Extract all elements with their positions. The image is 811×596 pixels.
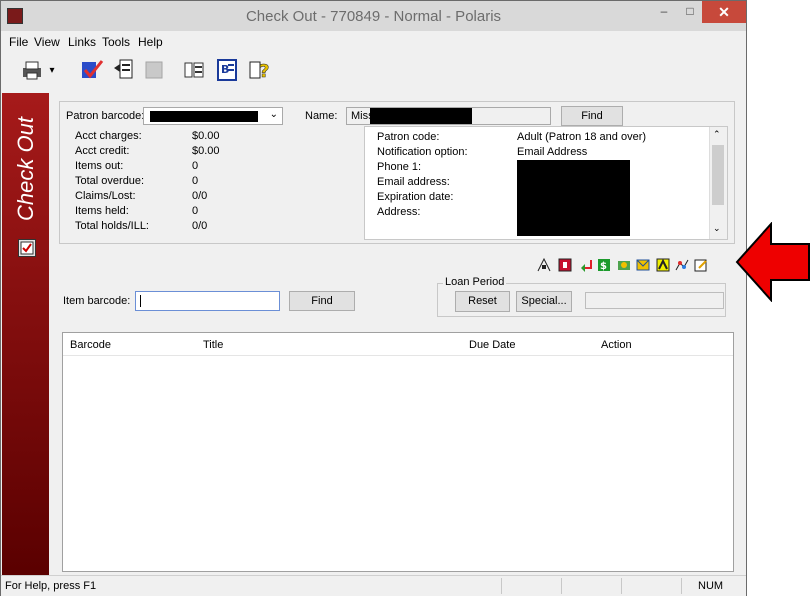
items-held-value: 0	[192, 205, 199, 217]
acct-charges-value: $0.00	[192, 130, 220, 142]
claims-lost-label: Claims/Lost:	[75, 190, 136, 202]
loan-period-group: Loan Period Reset Special...	[437, 276, 726, 317]
total-holds-value: 0/0	[192, 220, 208, 232]
redacted-name	[370, 108, 472, 124]
text-cursor	[140, 295, 141, 307]
return-icon[interactable]	[578, 257, 594, 273]
notification-option-label: Notification option:	[377, 146, 468, 158]
item-list-icon[interactable]	[181, 57, 207, 83]
items-held-label: Items held:	[75, 205, 129, 217]
patron-details: Patron code: Adult (Patron 18 and over) …	[364, 126, 728, 240]
loan-reset-button[interactable]: Reset	[455, 291, 510, 312]
notification-option-value: Email Address	[517, 146, 588, 158]
total-overdue-value: 0	[192, 175, 199, 187]
chevron-down-icon[interactable]: ⌄	[270, 109, 278, 120]
claim-icon[interactable]	[616, 257, 632, 273]
patron-panel: Patron barcode: ⌄ Name: Miss Find Acct c…	[59, 101, 735, 244]
payment-icon[interactable]: $	[596, 257, 612, 273]
workform-icon[interactable]	[18, 239, 36, 257]
disabled-tool-icon	[141, 57, 167, 83]
patron-barcode-input[interactable]: ⌄	[143, 107, 283, 125]
loan-period-title: Loan Period	[443, 276, 507, 288]
item-barcode-label: Item barcode:	[63, 295, 131, 307]
patron-code-value: Adult (Patron 18 and over)	[517, 131, 647, 143]
status-num-indicator: NUM	[698, 580, 724, 592]
acct-charges-label: Acct charges:	[75, 130, 142, 142]
svg-text:$: $	[600, 261, 607, 272]
col-barcode[interactable]: Barcode	[70, 339, 111, 351]
menu-file[interactable]: File	[9, 35, 28, 49]
print-icon[interactable]	[19, 57, 45, 83]
svg-text:?: ?	[259, 61, 269, 82]
menu-view[interactable]: View	[34, 35, 60, 49]
toolbar: ▾ B ?	[1, 51, 746, 93]
menu-tools[interactable]: Tools	[102, 35, 130, 49]
edit-note-icon[interactable]	[693, 257, 709, 273]
acct-credit-label: Acct credit:	[75, 145, 130, 157]
register-icon[interactable]	[655, 257, 671, 273]
patron-barcode-label: Patron barcode:	[66, 110, 145, 122]
window-title: Check Out - 770849 - Normal - Polaris	[245, 8, 502, 25]
action-icon-strip: $	[536, 257, 729, 277]
col-action[interactable]: Action	[601, 339, 632, 351]
loan-period-field	[585, 292, 724, 309]
claims-lost-value: 0/0	[192, 190, 208, 202]
phone-label: Phone 1:	[377, 161, 422, 173]
scroll-up-icon[interactable]: ⌃	[713, 129, 721, 140]
redacted-barcode	[150, 111, 258, 122]
grid-header: Barcode Title Due Date Action	[63, 333, 733, 356]
email-label: Email address:	[377, 176, 450, 188]
checkout-items-icon[interactable]	[79, 57, 105, 83]
maximize-button[interactable]: □	[677, 1, 703, 23]
minimize-button[interactable]: –	[651, 1, 677, 23]
title-bar: Check Out - 770849 - Normal - Polaris – …	[1, 1, 746, 31]
status-bar: For Help, press F1 NUM	[1, 575, 746, 596]
patron-record-icon[interactable]	[111, 57, 137, 83]
renew-icon[interactable]	[536, 257, 552, 273]
checkout-window: Check Out - 770849 - Normal - Polaris – …	[0, 0, 747, 596]
checkout-banner: Check Out	[2, 93, 49, 575]
expiration-label: Expiration date:	[377, 191, 454, 203]
item-barcode-input[interactable]	[135, 291, 280, 311]
patron-code-label: Patron code:	[377, 131, 440, 143]
menu-help[interactable]: Help	[138, 35, 163, 49]
total-holds-label: Total holds/ILL:	[75, 220, 149, 232]
items-out-value: 0	[192, 160, 199, 172]
help-icon[interactable]: ?	[247, 57, 273, 83]
print-dropdown-icon[interactable]: ▾	[45, 57, 59, 83]
scroll-thumb[interactable]	[712, 145, 724, 205]
items-out-label: Items out:	[75, 160, 124, 172]
name-label: Name:	[305, 110, 338, 122]
acct-credit-value: $0.00	[192, 145, 220, 157]
banner-title: Check Out	[13, 117, 38, 221]
col-title[interactable]: Title	[203, 339, 223, 351]
redacted-contact-info	[517, 160, 630, 236]
item-find-button[interactable]: Find	[289, 291, 355, 311]
close-button[interactable]: ✕	[702, 1, 746, 23]
menu-links[interactable]: Links	[68, 35, 96, 49]
items-grid: Barcode Title Due Date Action	[62, 332, 734, 572]
stop-icon[interactable]	[557, 257, 573, 273]
bibliographic-icon[interactable]: B	[215, 57, 241, 83]
chart-icon[interactable]	[674, 257, 690, 273]
loan-special-button[interactable]: Special...	[516, 291, 572, 312]
patron-find-button[interactable]: Find	[561, 106, 623, 126]
menu-bar: File View Links Tools Help	[1, 31, 746, 51]
status-help-text: For Help, press F1	[5, 580, 97, 592]
col-due-date[interactable]: Due Date	[469, 339, 515, 351]
patron-name-field: Miss	[346, 107, 551, 125]
address-label: Address:	[377, 206, 421, 218]
scroll-down-icon[interactable]: ⌄	[713, 223, 721, 234]
annotation-arrow-icon	[735, 222, 810, 302]
message-icon[interactable]	[635, 257, 651, 273]
details-scrollbar[interactable]: ⌃ ⌄	[709, 127, 727, 239]
total-overdue-label: Total overdue:	[75, 175, 145, 187]
